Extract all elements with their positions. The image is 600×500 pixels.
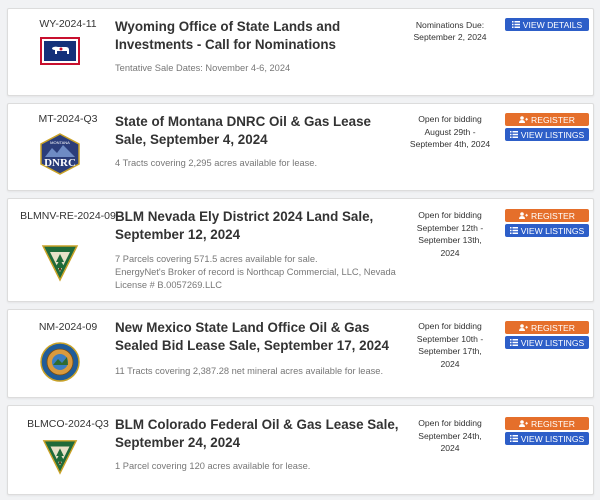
sale-description: 11 Tracts covering 2,387.28 net mineral … <box>115 366 384 376</box>
blm-logo <box>38 436 82 476</box>
sale-card: NM-2024-09 New Mexico State Land Office … <box>7 309 594 398</box>
sale-description: 7 Parcels covering 571.5 acres available… <box>115 254 318 264</box>
sale-title[interactable]: State of Montana DNRC Oil & Gas Lease Sa… <box>115 113 405 149</box>
sale-date-line: Nominations Due: <box>415 20 485 30</box>
view-listings-label: VIEW LISTINGS <box>520 225 585 236</box>
sale-date-line: Open for bidding <box>418 210 482 220</box>
view-listings-button[interactable]: VIEW LISTINGS <box>505 336 589 349</box>
register-label: REGISTER <box>531 114 575 125</box>
view-listings-button[interactable]: VIEW LISTINGS <box>505 128 589 141</box>
montana-dnrc-logo: MONTANA DNRC <box>38 132 82 176</box>
list-icon <box>509 339 518 346</box>
view-details-button[interactable]: VIEW DETAILS <box>505 18 589 31</box>
user-plus-icon <box>519 324 529 331</box>
sale-title[interactable]: BLM Nevada Ely District 2024 Land Sale, … <box>115 208 405 244</box>
list-icon <box>509 131 518 138</box>
sale-title[interactable]: Wyoming Office of State Lands and Invest… <box>115 18 405 54</box>
wyoming-flag-logo <box>38 33 82 69</box>
blm-logo <box>38 241 82 283</box>
view-listings-button[interactable]: VIEW LISTINGS <box>505 432 589 445</box>
sale-title[interactable]: BLM Colorado Federal Oil & Gas Lease Sal… <box>115 416 405 452</box>
view-listings-label: VIEW LISTINGS <box>520 433 585 444</box>
sale-date-line: Open for bidding <box>418 321 482 331</box>
sale-date-line: September 4th, 2024 <box>409 139 491 149</box>
sale-description: EnergyNet's Broker of record is Northcap… <box>115 267 396 290</box>
view-listings-button[interactable]: VIEW LISTINGS <box>505 224 589 237</box>
view-listings-label: VIEW LISTINGS <box>520 129 585 140</box>
list-icon <box>509 227 518 234</box>
sale-code: BLMNV-RE-2024-09 <box>20 210 116 222</box>
sale-code: MT-2024-Q3 <box>38 113 98 125</box>
sale-date-line: September 2, 2024 <box>413 32 487 42</box>
register-button[interactable]: REGISTER <box>505 113 589 126</box>
sale-card: BLMNV-RE-2024-09 BLM Nevada Ely District… <box>7 198 594 302</box>
dnrc-logo-text: DNRC <box>44 157 76 169</box>
register-button[interactable]: REGISTER <box>505 417 589 430</box>
register-label: REGISTER <box>531 418 575 429</box>
view-details-label: VIEW DETAILS <box>522 19 583 30</box>
sale-date-line: Open for bidding <box>418 418 482 428</box>
user-plus-icon <box>519 420 529 427</box>
sale-description: Tentative Sale Dates: November 4-6, 2024 <box>115 63 291 73</box>
sale-date-line: September 13th, 2024 <box>418 235 482 258</box>
view-listings-label: VIEW LISTINGS <box>520 337 585 348</box>
sale-date-line: September 24th, 2024 <box>418 430 482 454</box>
sale-date-line: September 17th, 2024 <box>418 346 482 369</box>
sale-date-line: September 12th - <box>416 222 484 233</box>
sale-date-line: August 29th - <box>424 126 476 137</box>
sale-description: 4 Tracts covering 2,295 acres available … <box>115 158 318 168</box>
sale-card: WY-2024-11 Wyoming Office of State Lands… <box>7 8 594 96</box>
register-label: REGISTER <box>531 322 575 333</box>
list-icon <box>509 435 518 442</box>
sale-code: NM-2024-09 <box>38 321 98 333</box>
register-button[interactable]: REGISTER <box>505 209 589 222</box>
user-plus-icon <box>519 116 529 123</box>
sale-code: WY-2024-11 <box>39 18 97 30</box>
sale-description: 1 Parcel covering 120 acres available fo… <box>115 461 311 471</box>
svg-text:MONTANA: MONTANA <box>50 140 70 145</box>
sale-date-line: September 10th - <box>416 333 484 344</box>
sale-code: BLMCO-2024-Q3 <box>27 418 109 430</box>
sale-date-line: Open for bidding <box>418 114 482 124</box>
list-icon <box>511 21 520 28</box>
sale-card: BLMCO-2024-Q3 BLM Colorado Federal Oil &… <box>7 405 594 495</box>
register-button[interactable]: REGISTER <box>505 321 589 334</box>
register-label: REGISTER <box>531 210 575 221</box>
sale-title[interactable]: New Mexico State Land Office Oil & Gas S… <box>115 319 405 355</box>
user-plus-icon <box>519 212 529 219</box>
new-mexico-seal-logo <box>38 341 82 383</box>
sale-card: MT-2024-Q3 MONTANA DNRC State of Montana… <box>7 103 594 191</box>
